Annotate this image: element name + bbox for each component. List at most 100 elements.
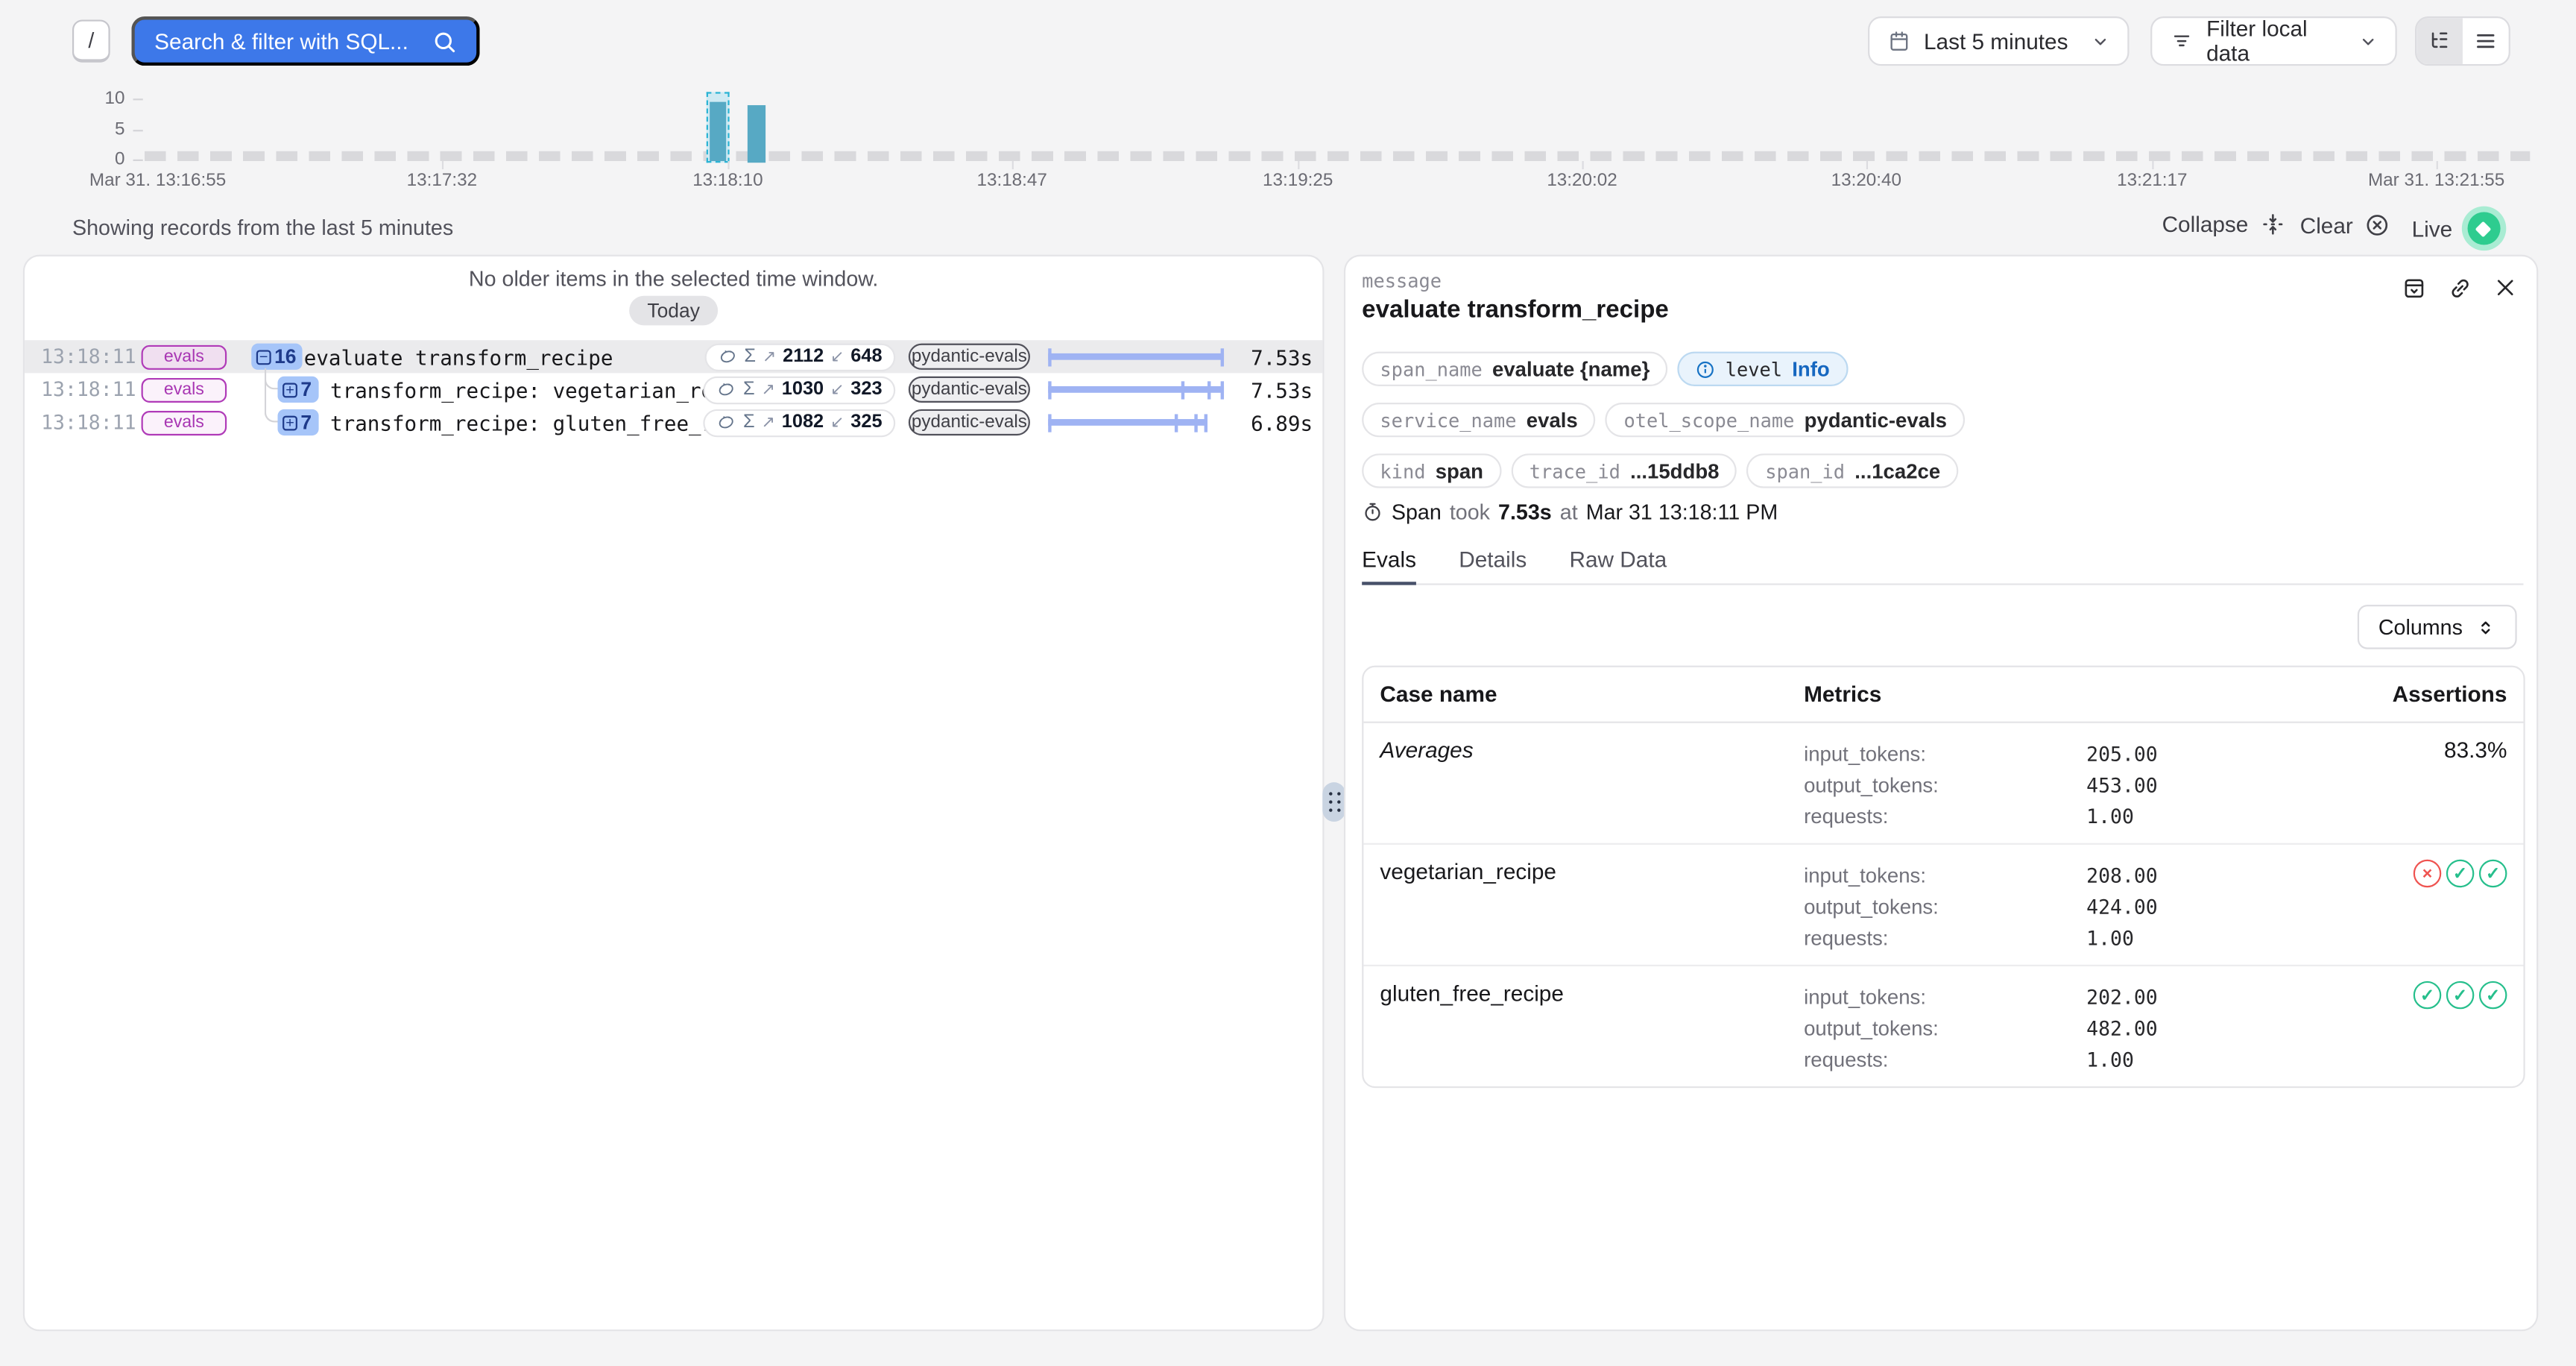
took-word: took <box>1450 500 1490 524</box>
span-name: evaluate transform_recipe <box>304 345 613 370</box>
status-line: Showing records from the last 5 minutes <box>72 215 453 240</box>
trace-row[interactable]: 13:18:11 evals + 7 transform_recipe: veg… <box>25 373 1322 406</box>
input-tokens: 1030 <box>782 380 824 399</box>
input-arrow-icon: ↗ <box>761 413 774 431</box>
attr-span-id[interactable]: span_id ...1ca2ce <box>1747 453 1958 488</box>
live-indicator-icon <box>2467 212 2500 245</box>
expand-children-badge[interactable]: + 7 <box>277 409 318 435</box>
selected-histogram-bin[interactable] <box>707 92 730 163</box>
input-tokens: 2112 <box>783 347 824 366</box>
row-tag-evals: evals <box>142 410 227 435</box>
x-tick: 13:17:32 <box>344 171 540 190</box>
at-word: at <box>1560 500 1578 524</box>
span-duration: 7.53s <box>1498 500 1552 524</box>
child-count: 7 <box>300 378 312 401</box>
span-duration-line: Span took 7.53s at Mar 31 13:18:11 PM <box>1362 500 1778 524</box>
span-name: transform_recipe: vegetarian_recipe <box>330 378 763 403</box>
y-tick: 10 <box>75 89 124 108</box>
x-tick: 13:20:40 <box>1768 171 1965 190</box>
records-histogram[interactable]: 10 5 0 Mar 31. 13:16:55 13:17:32 13:18:1… <box>0 82 2576 197</box>
collapse-button[interactable]: Collapse <box>2162 212 2285 236</box>
columns-button[interactable]: Columns <box>2357 605 2516 649</box>
case-name: gluten_free_recipe <box>1380 981 1804 1075</box>
pass-icon[interactable]: ✓ <box>2479 860 2507 887</box>
sum-icon: Σ <box>744 347 756 366</box>
attr-trace-id[interactable]: trace_id ...15ddb8 <box>1512 453 1737 488</box>
attr-level[interactable]: level Info <box>1678 352 1848 386</box>
row-timestamp: 13:18:11 <box>41 378 136 401</box>
histogram-bar <box>710 102 726 161</box>
row-timestamp: 13:18:11 <box>41 345 136 368</box>
output-arrow-icon: ↙ <box>830 413 844 431</box>
trace-row[interactable]: 13:18:11 evals + 7 transform_recipe: glu… <box>25 406 1322 438</box>
filter-local-data-select[interactable]: Filter local data <box>2150 16 2397 66</box>
tab-raw-data[interactable]: Raw Data <box>1570 547 1667 583</box>
row-timestamp: 13:18:11 <box>41 411 136 434</box>
child-count: 16 <box>274 345 296 368</box>
duration-gantt-bar <box>1044 386 1231 393</box>
live-toggle[interactable]: Live <box>2412 212 2501 245</box>
x-tick: Mar 31. 13:16:55 <box>59 171 256 190</box>
panel-resize-handle[interactable] <box>1322 782 1345 822</box>
empty-notice: No older items in the selected time wind… <box>25 266 1322 291</box>
time-range-value: Last 5 minutes <box>1924 29 2078 54</box>
eval-row-vegetarian-recipe[interactable]: vegetarian_recipe input_tokens:208.00 ou… <box>1363 843 2523 965</box>
tree-view-toggle[interactable] <box>2416 18 2463 64</box>
histogram-bar[interactable] <box>748 105 765 163</box>
y-tick: 0 <box>75 150 124 169</box>
eval-row-gluten-free-recipe[interactable]: gluten_free_recipe input_tokens:202.00 o… <box>1363 965 2523 1086</box>
span-word: Span <box>1392 500 1442 524</box>
eval-row-averages[interactable]: Averages input_tokens:205.00 output_toke… <box>1363 723 2523 843</box>
plus-square-icon: + <box>282 415 297 430</box>
sum-icon: Σ <box>743 412 755 432</box>
expand-children-badge[interactable]: + 7 <box>277 377 318 403</box>
pass-icon[interactable]: ✓ <box>2414 981 2441 1009</box>
span-timestamp: Mar 31 13:18:11 PM <box>1586 500 1778 524</box>
stopwatch-icon <box>1362 501 1383 523</box>
assertions-percent: 83.3% <box>2323 738 2507 832</box>
clear-circle-x-icon <box>2364 212 2390 238</box>
copy-link-icon[interactable] <box>2448 276 2472 300</box>
sort-updown-icon <box>2476 617 2496 637</box>
chevron-down-icon <box>2359 32 2377 50</box>
pass-icon[interactable]: ✓ <box>2446 981 2474 1009</box>
close-icon[interactable] <box>2494 276 2517 300</box>
detail-tabs: Evals Details Raw Data <box>1362 547 2523 585</box>
metrics-cell: input_tokens:208.00 output_tokens:424.00… <box>1804 860 2323 954</box>
assertion-icons: × ✓ ✓ <box>2323 860 2507 887</box>
case-name: Averages <box>1380 738 1804 832</box>
date-separator-pill[interactable]: Today <box>629 296 718 326</box>
tree-connector <box>265 368 278 423</box>
attr-service-name[interactable]: service_name evals <box>1362 403 1596 437</box>
dock-panel-icon[interactable] <box>2402 276 2426 300</box>
tab-details[interactable]: Details <box>1459 547 1527 583</box>
scope-tag: pydantic-evals <box>909 409 1030 435</box>
logfire-live-view: / Search & filter with SQL... Last 5 min… <box>0 0 2576 1366</box>
slash-shortcut-key[interactable]: / <box>72 19 110 62</box>
pass-icon[interactable]: ✓ <box>2446 860 2474 887</box>
input-arrow-icon: ↗ <box>763 347 776 365</box>
tree-view-icon <box>2428 30 2452 53</box>
search-button[interactable]: Search & filter with SQL... <box>131 16 479 66</box>
collapse-label: Collapse <box>2162 212 2249 236</box>
output-arrow-icon: ↙ <box>830 380 844 398</box>
attr-otel-scope-name[interactable]: otel_scope_name pydantic-evals <box>1606 403 1965 437</box>
case-name: vegetarian_recipe <box>1380 860 1804 954</box>
tab-evals[interactable]: Evals <box>1362 547 1416 585</box>
search-button-label: Search & filter with SQL... <box>154 29 432 54</box>
list-view-toggle[interactable] <box>2463 18 2509 64</box>
pass-icon[interactable]: ✓ <box>2479 981 2507 1009</box>
minus-square-icon: − <box>256 349 271 364</box>
trace-row[interactable]: 13:18:11 evals − 16 evaluate transform_r… <box>25 340 1322 373</box>
clear-button[interactable]: Clear <box>2300 212 2391 238</box>
time-range-select[interactable]: Last 5 minutes <box>1868 16 2129 66</box>
evals-table: Case name Metrics Assertions Averages in… <box>1362 666 2525 1088</box>
collapse-children-badge[interactable]: − 16 <box>251 344 303 370</box>
fail-icon[interactable]: × <box>2414 860 2441 887</box>
attr-kind[interactable]: kind span <box>1362 453 1501 488</box>
live-label: Live <box>2412 216 2453 241</box>
attr-span-name[interactable]: span_name evaluate {name} <box>1362 352 1667 386</box>
attribute-pills: span_name evaluate {name} level Info ser… <box>1362 352 2520 488</box>
list-view-icon <box>2474 30 2497 53</box>
input-arrow-icon: ↗ <box>761 380 774 398</box>
